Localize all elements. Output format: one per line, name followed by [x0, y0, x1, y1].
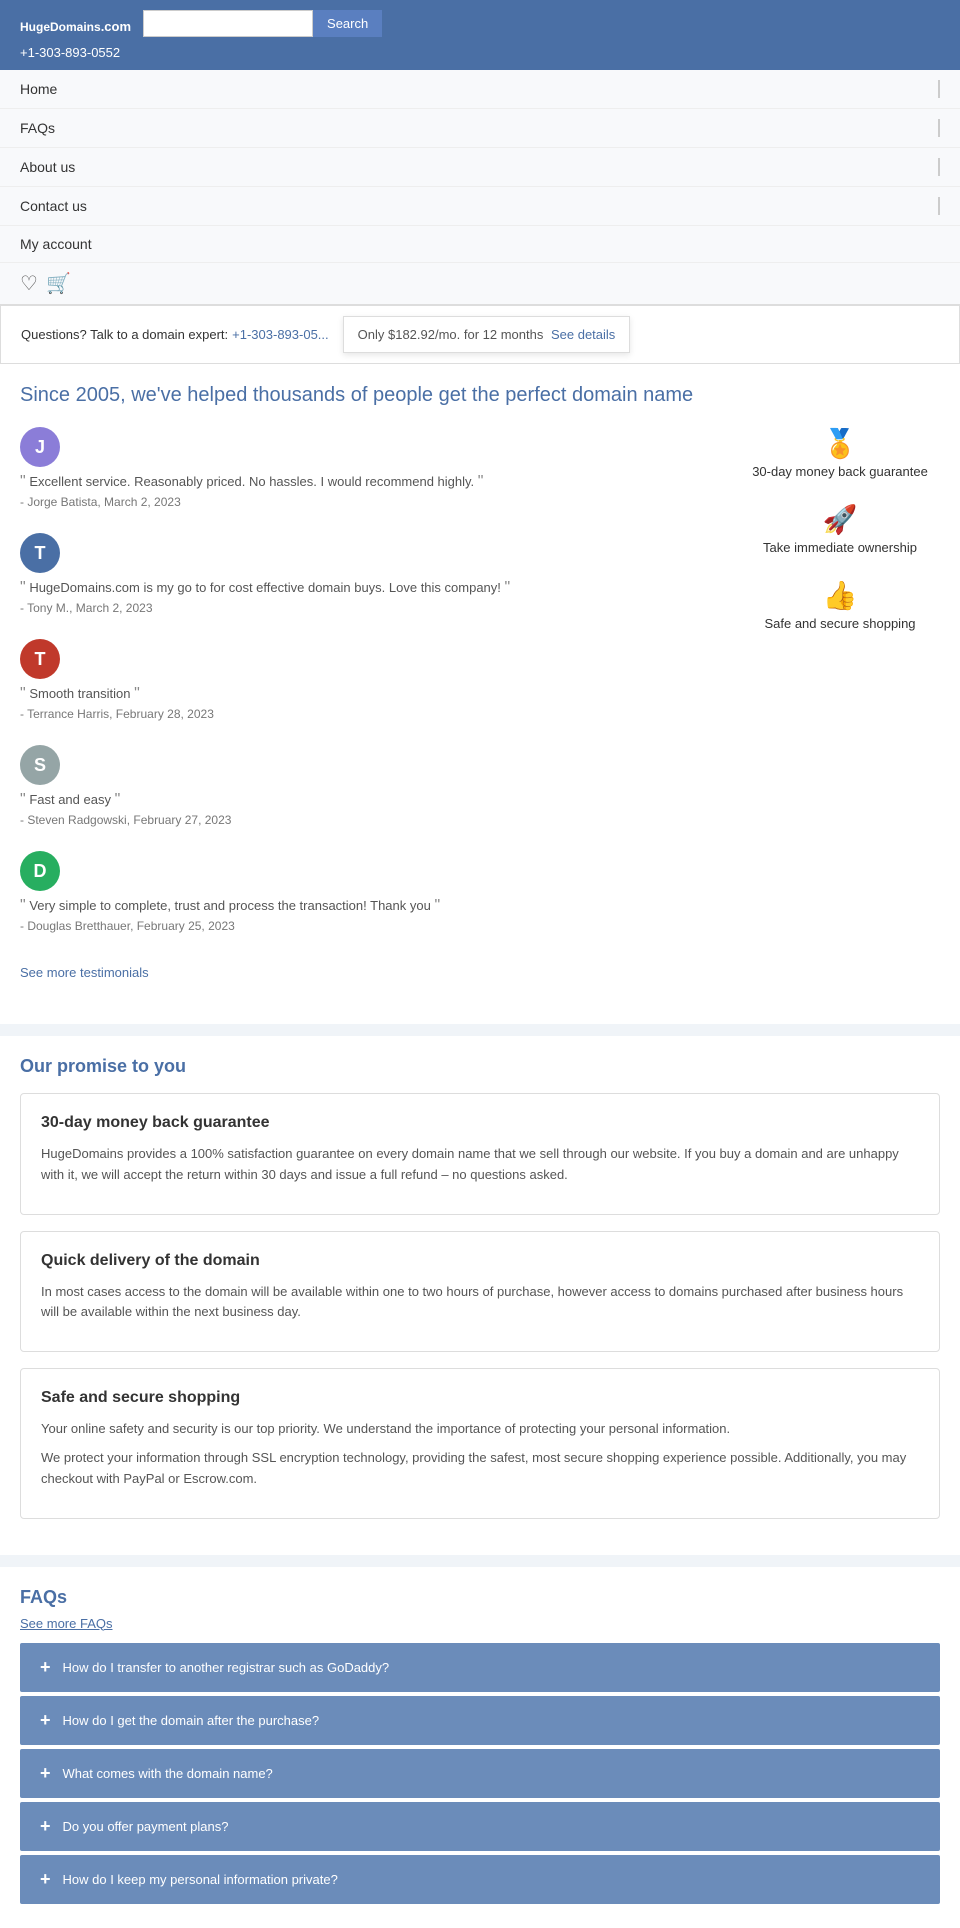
- testimonial-author: - Tony M., March 2, 2023: [20, 601, 720, 615]
- feature-money-back: 🏅 30-day money back guarantee: [740, 427, 940, 479]
- section-divider: [0, 1024, 960, 1036]
- faq-label: How do I transfer to another registrar s…: [63, 1660, 390, 1675]
- feature-secure-shopping: 👍 Safe and secure shopping: [740, 579, 940, 631]
- faq-item-transfer[interactable]: + How do I transfer to another registrar…: [20, 1643, 940, 1692]
- faq-item-payment-plans[interactable]: + Do you offer payment plans?: [20, 1802, 940, 1851]
- testimonial-item: S " Fast and easy " - Steven Radgowski, …: [20, 745, 720, 827]
- search-bar: Search: [143, 10, 382, 37]
- avatar: D: [20, 851, 60, 891]
- promise-card-delivery: Quick delivery of the domain In most cas…: [20, 1231, 940, 1353]
- nav-item-about[interactable]: About us: [0, 148, 960, 187]
- promise-section: Our promise to you 30-day money back gua…: [0, 1036, 960, 1555]
- promise-card-money-back: 30-day money back guarantee HugeDomains …: [20, 1093, 940, 1215]
- promise-title: Our promise to you: [20, 1056, 940, 1077]
- questions-text: Questions? Talk to a domain expert:: [21, 327, 228, 342]
- content-grid: J " Excellent service. Reasonably priced…: [20, 427, 940, 1004]
- avatar: S: [20, 745, 60, 785]
- navigation: Home FAQs About us Contact us My account…: [0, 70, 960, 305]
- testimonial-item: J " Excellent service. Reasonably priced…: [20, 427, 720, 509]
- see-more-testimonials-link[interactable]: See more testimonials: [20, 965, 149, 980]
- nav-item-contact[interactable]: Contact us: [0, 187, 960, 226]
- nav-item-home[interactable]: Home: [0, 70, 960, 109]
- faq-expand-icon: +: [40, 1869, 51, 1890]
- popup-text: Only $182.92/mo. for 12 months: [358, 327, 544, 342]
- tooltip-bar: Questions? Talk to a domain expert: +1-3…: [0, 305, 960, 364]
- faq-label: What comes with the domain name?: [63, 1766, 273, 1781]
- money-back-icon: 🏅: [740, 427, 940, 460]
- testimonial-item: D " Very simple to complete, trust and p…: [20, 851, 720, 933]
- testimonial-item: T " HugeDomains.com is my go to for cost…: [20, 533, 720, 615]
- feature-money-back-text: 30-day money back guarantee: [740, 464, 940, 479]
- nav-item-faqs[interactable]: FAQs: [0, 109, 960, 148]
- feature-secure-text: Safe and secure shopping: [740, 616, 940, 631]
- main-content: Since 2005, we've helped thousands of pe…: [0, 364, 960, 1024]
- testimonial-quote: " Smooth transition ": [20, 685, 720, 703]
- wishlist-icon[interactable]: ♡: [20, 271, 38, 296]
- site-logo: HugeDomains.com: [20, 11, 131, 37]
- card-text-delivery: In most cases access to the domain will …: [41, 1282, 919, 1324]
- tooltip-popup: Only $182.92/mo. for 12 months See detai…: [343, 316, 631, 353]
- faq-item-what-comes[interactable]: + What comes with the domain name?: [20, 1749, 940, 1798]
- card-text-secure-1: Your online safety and security is our t…: [41, 1419, 919, 1440]
- testimonials-section: J " Excellent service. Reasonably priced…: [20, 427, 720, 1004]
- testimonial-author: - Terrance Harris, February 28, 2023: [20, 707, 720, 721]
- card-title-delivery: Quick delivery of the domain: [41, 1252, 919, 1270]
- rocket-icon: 🚀: [740, 503, 940, 536]
- features-section: 🏅 30-day money back guarantee 🚀 Take imm…: [740, 427, 940, 1004]
- faqs-section: FAQs See more FAQs + How do I transfer t…: [0, 1567, 960, 1928]
- promise-card-secure: Safe and secure shopping Your online saf…: [20, 1368, 940, 1518]
- nav-item-account[interactable]: My account: [0, 226, 960, 263]
- testimonial-author: - Jorge Batista, March 2, 2023: [20, 495, 720, 509]
- testimonial-author: - Douglas Bretthauer, February 25, 2023: [20, 919, 720, 933]
- search-input[interactable]: [143, 10, 313, 37]
- cart-icon[interactable]: 🛒: [46, 271, 71, 296]
- thumbs-up-icon: 👍: [740, 579, 940, 612]
- section-divider-2: [0, 1555, 960, 1567]
- logo-suffix: .com: [101, 19, 131, 34]
- nav-icon-bar: ♡ 🛒: [0, 263, 960, 304]
- avatar: T: [20, 533, 60, 573]
- header-phone[interactable]: +1-303-893-0552: [20, 45, 940, 60]
- site-header: HugeDomains.com Search +1-303-893-0552: [0, 0, 960, 70]
- avatar: J: [20, 427, 60, 467]
- faq-expand-icon: +: [40, 1816, 51, 1837]
- popup-link[interactable]: See details: [551, 327, 615, 342]
- faq-item-privacy[interactable]: + How do I keep my personal information …: [20, 1855, 940, 1904]
- page-tagline: Since 2005, we've helped thousands of pe…: [20, 384, 940, 407]
- testimonial-quote: " Very simple to complete, trust and pro…: [20, 897, 720, 915]
- feature-ownership-text: Take immediate ownership: [740, 540, 940, 555]
- card-text-money-back: HugeDomains provides a 100% satisfaction…: [41, 1144, 919, 1186]
- faq-item-get-domain[interactable]: + How do I get the domain after the purc…: [20, 1696, 940, 1745]
- testimonial-item: T " Smooth transition " - Terrance Harri…: [20, 639, 720, 721]
- card-title-money-back: 30-day money back guarantee: [41, 1114, 919, 1132]
- faqs-title: FAQs: [20, 1587, 940, 1608]
- faq-expand-icon: +: [40, 1710, 51, 1731]
- logo-text: HugeDomains: [20, 20, 101, 34]
- faq-label: Do you offer payment plans?: [63, 1819, 229, 1834]
- faq-label: How do I get the domain after the purcha…: [63, 1713, 320, 1728]
- faq-expand-icon: +: [40, 1763, 51, 1784]
- tooltip-phone[interactable]: +1-303-893-05...: [232, 327, 328, 342]
- testimonial-quote: " HugeDomains.com is my go to for cost e…: [20, 579, 720, 597]
- avatar: T: [20, 639, 60, 679]
- feature-immediate-ownership: 🚀 Take immediate ownership: [740, 503, 940, 555]
- testimonial-quote: " Excellent service. Reasonably priced. …: [20, 473, 720, 491]
- card-text-secure-2: We protect your information through SSL …: [41, 1448, 919, 1490]
- card-title-secure: Safe and secure shopping: [41, 1389, 919, 1407]
- search-button[interactable]: Search: [313, 10, 382, 37]
- see-more-faqs-link[interactable]: See more FAQs: [20, 1616, 940, 1631]
- testimonial-author: - Steven Radgowski, February 27, 2023: [20, 813, 720, 827]
- faq-label: How do I keep my personal information pr…: [63, 1872, 338, 1887]
- testimonial-quote: " Fast and easy ": [20, 791, 720, 809]
- faq-expand-icon: +: [40, 1657, 51, 1678]
